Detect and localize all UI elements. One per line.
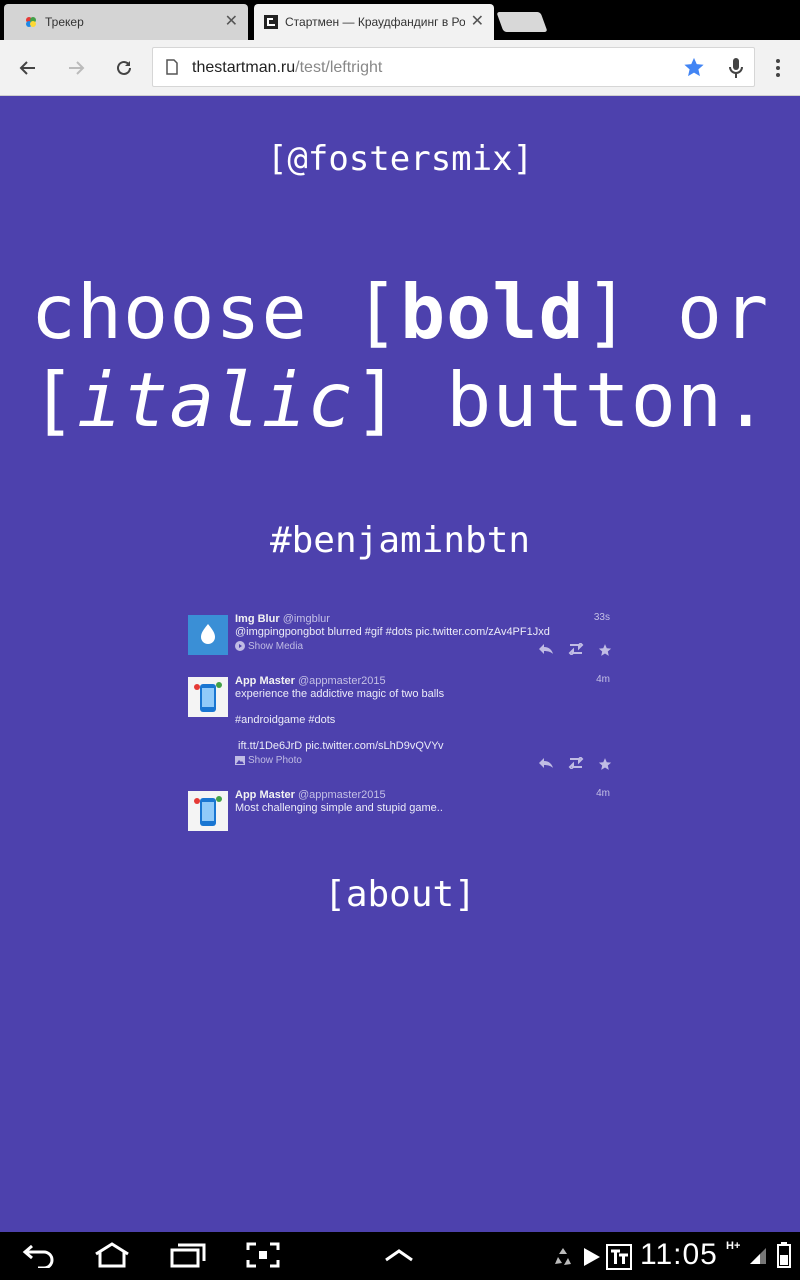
- tab-title: Трекер: [45, 15, 84, 29]
- tweet-text: Most challenging simple and stupid game.…: [235, 802, 443, 814]
- forward-arrow-icon: [69, 61, 85, 75]
- tweet-actions: [538, 757, 612, 771]
- bold-button[interactable]: bold: [400, 268, 585, 356]
- tweet-screen-name[interactable]: @imgblur: [283, 613, 330, 625]
- about-link[interactable]: [about]: [0, 874, 800, 915]
- italic-button[interactable]: italic: [77, 356, 354, 444]
- network-type: H+: [726, 1240, 741, 1252]
- headline: choose [bold] or [italic] button.: [0, 268, 800, 444]
- hashtag-link[interactable]: #benjaminbtn: [0, 520, 800, 561]
- headline-or: ] or: [584, 268, 770, 356]
- headline-button-word: ] button.: [353, 356, 770, 444]
- back-button[interactable]: [14, 54, 42, 82]
- back-arrow-icon: [19, 61, 35, 75]
- tweet[interactable]: App Master @appmaster2015 4m experience …: [188, 673, 612, 787]
- startman-favicon: [264, 15, 278, 29]
- tweet-author-name[interactable]: App Master: [235, 789, 295, 801]
- tweet-time[interactable]: 33s: [594, 612, 610, 623]
- favorite-star-icon[interactable]: [598, 757, 612, 771]
- tweet-author-name[interactable]: App Master: [235, 675, 295, 687]
- headline-choose: choose: [30, 268, 308, 356]
- tweet-text: experience the addictive magic of two ba…: [235, 688, 445, 700]
- tweet-text-spacer: [235, 727, 612, 740]
- new-tab-button[interactable]: [496, 12, 548, 32]
- tweet-hashtags[interactable]: #androidgame #dots: [235, 714, 612, 727]
- home-nav-icon[interactable]: [92, 1242, 132, 1268]
- tab-startman[interactable]: Стартмен — Краудфандинг в Ро ✕: [254, 4, 494, 40]
- tweet[interactable]: App Master @appmaster2015 4m Most challe…: [188, 787, 612, 837]
- tab-title: Стартмен — Краудфандинг в Ро: [285, 15, 465, 29]
- page-content: [@fostersmix] choose [bold] or [italic] …: [0, 96, 800, 1232]
- microphone-icon[interactable]: [728, 56, 744, 80]
- system-bar: 11:05 H+: [0, 1232, 800, 1280]
- tweet-time[interactable]: 4m: [596, 788, 610, 799]
- bookmark-star-icon[interactable]: [683, 56, 705, 78]
- reply-icon[interactable]: [538, 643, 554, 657]
- battery-icon: [777, 1242, 791, 1268]
- twitter-timeline: Img Blur @imgblur 33s @imgpingpongbot bl…: [188, 611, 612, 837]
- reply-icon[interactable]: [538, 757, 554, 771]
- play-store-icon: [584, 1248, 600, 1266]
- forward-button[interactable]: [62, 54, 90, 82]
- tab-strip: Трекер ✕ Стартмен — Краудфандинг в Ро ✕: [0, 0, 800, 40]
- tracker-favicon: [26, 17, 36, 27]
- browser-toolbar: thestartman.ru/test/leftright: [0, 40, 800, 96]
- show-media-label: Show Media: [248, 641, 304, 652]
- more-vert-icon: [776, 59, 780, 77]
- screenshot-icon[interactable]: [246, 1242, 280, 1268]
- url-text: thestartman.ru/test/leftright: [192, 59, 382, 77]
- page-icon: [166, 59, 178, 75]
- phone-avatar[interactable]: [188, 791, 228, 831]
- back-nav-icon[interactable]: [22, 1242, 56, 1268]
- tweet-time[interactable]: 4m: [596, 674, 610, 685]
- signal-icon: [750, 1248, 766, 1264]
- reload-icon: [117, 60, 131, 75]
- url-host: thestartman.ru: [192, 59, 296, 76]
- tweet-link[interactable]: ift.tt/1De6JrD pic.twitter.com/sLhD9vQVY…: [235, 740, 612, 753]
- chevron-up-icon[interactable]: [384, 1248, 414, 1262]
- clock: 11:05: [640, 1238, 718, 1271]
- tt-app-icon: [606, 1244, 632, 1270]
- twitter-handle-link[interactable]: [@fostersmix]: [0, 139, 800, 179]
- tweet-actions: [538, 643, 612, 657]
- url-path: /test/leftright: [295, 59, 383, 76]
- recent-apps-icon[interactable]: [170, 1242, 206, 1268]
- tab-tracker[interactable]: Трекер ✕: [4, 4, 248, 40]
- retweet-icon[interactable]: [567, 757, 585, 771]
- show-photo-label: Show Photo: [248, 755, 302, 766]
- tweet-text: @imgpingpongbot blurred #gif #dots pic.t…: [235, 626, 550, 638]
- tweet-author-name[interactable]: Img Blur: [235, 613, 280, 625]
- close-tab-icon[interactable]: ✕: [225, 14, 238, 30]
- photo-icon: [235, 756, 245, 765]
- phone-avatar[interactable]: [188, 677, 228, 717]
- reload-button[interactable]: [110, 54, 138, 82]
- play-media-icon: [235, 641, 245, 651]
- headline-bracket-open: [: [353, 268, 400, 356]
- tweet-text-spacer: [235, 701, 612, 714]
- headline-bracket-open-2: [: [30, 356, 77, 444]
- address-bar[interactable]: thestartman.ru/test/leftright: [152, 47, 755, 87]
- menu-button[interactable]: [764, 54, 792, 82]
- tweet-screen-name[interactable]: @appmaster2015: [298, 789, 386, 801]
- favorite-star-icon[interactable]: [598, 643, 612, 657]
- close-tab-icon[interactable]: ✕: [471, 14, 484, 30]
- droplet-avatar[interactable]: [188, 615, 228, 655]
- tweet[interactable]: Img Blur @imgblur 33s @imgpingpongbot bl…: [188, 611, 612, 673]
- tweet-screen-name[interactable]: @appmaster2015: [298, 675, 386, 687]
- retweet-icon[interactable]: [567, 643, 585, 657]
- recycle-icon: [555, 1248, 571, 1265]
